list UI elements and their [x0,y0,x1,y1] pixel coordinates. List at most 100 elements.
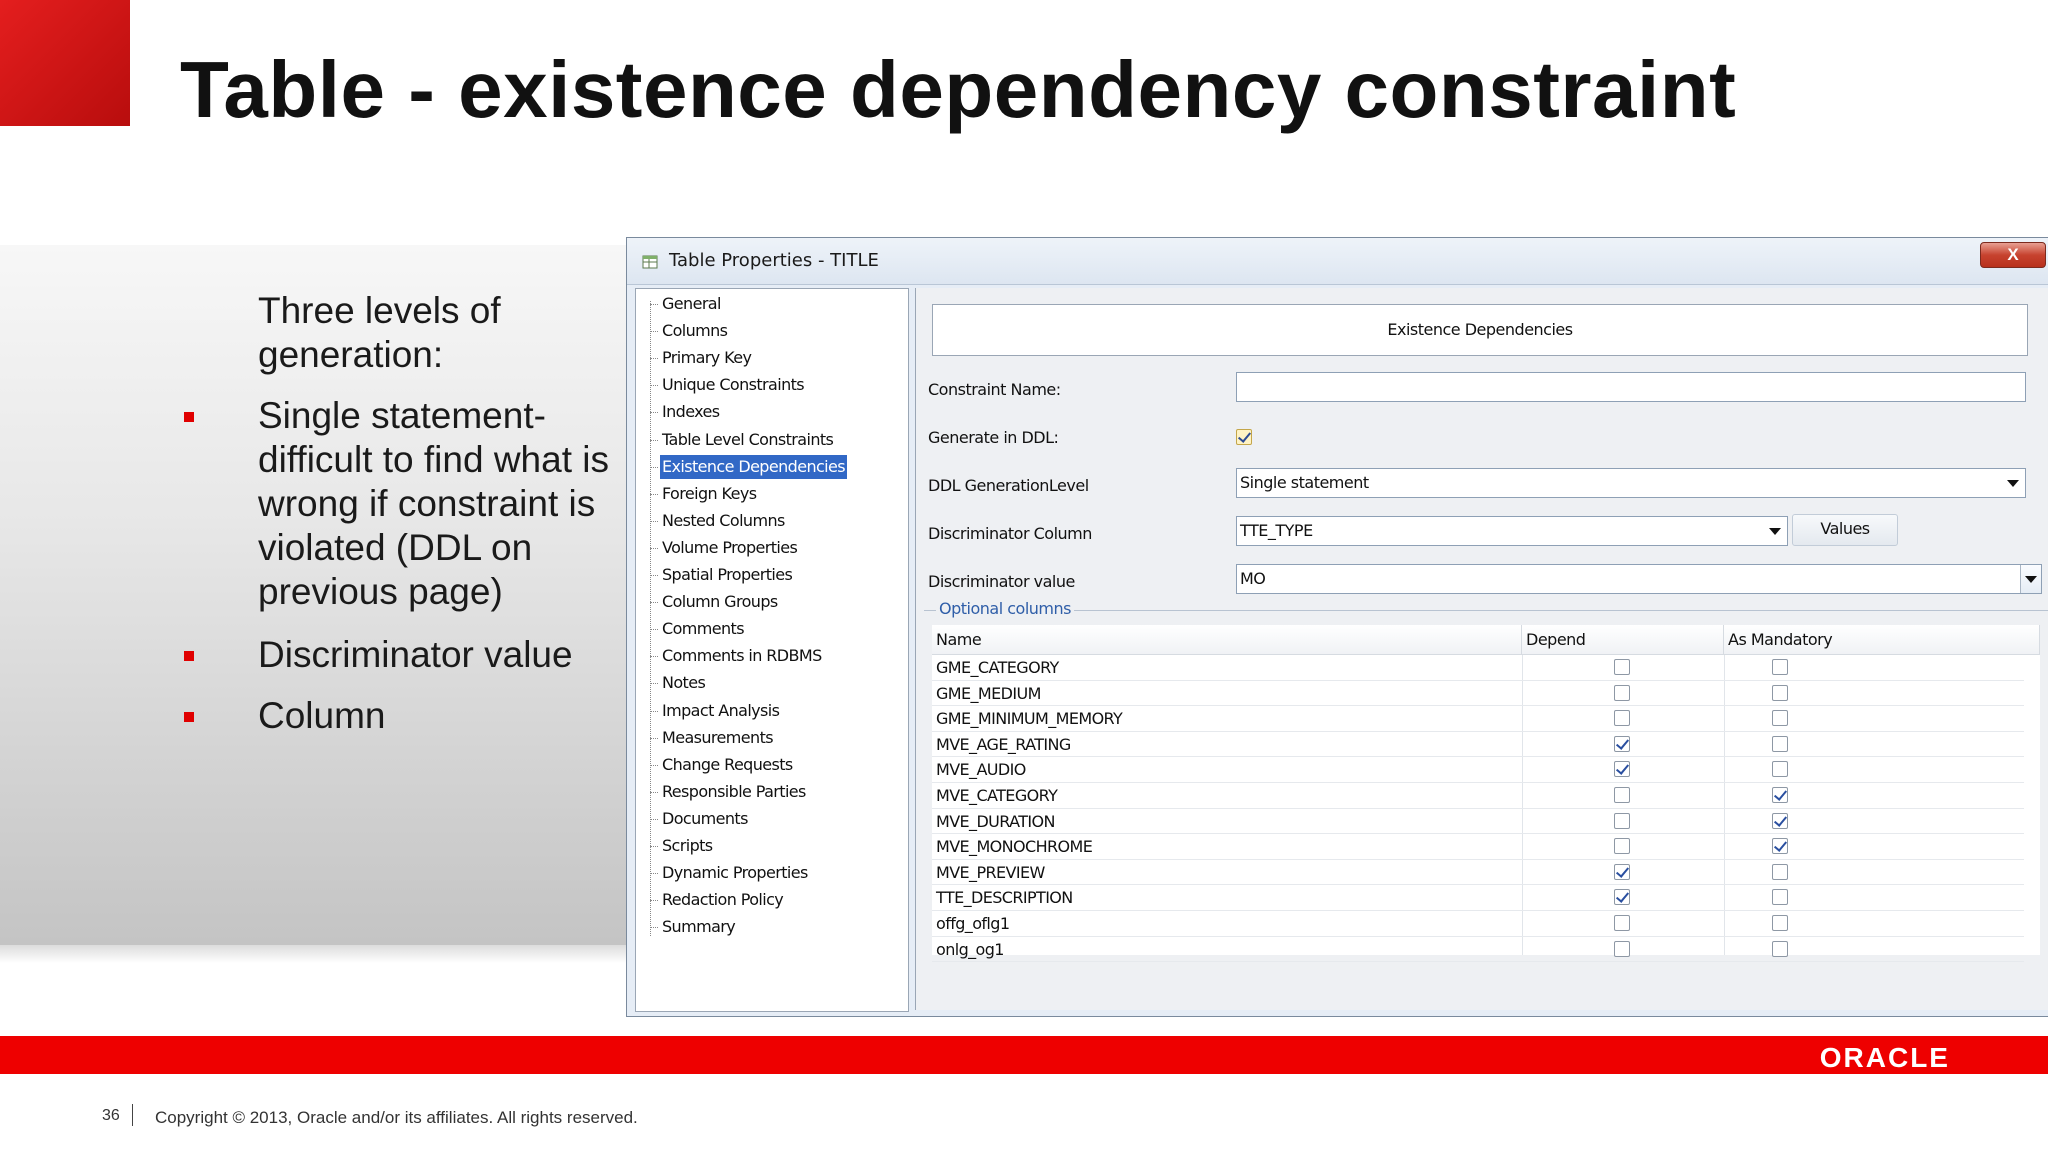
bullet-panel: Three levels of generation: Single state… [0,245,628,947]
discriminator-column-select[interactable]: TTE_TYPE [1236,516,1788,546]
as-mandatory-checkbox[interactable] [1772,812,1788,829]
ddl-level-label: DDL GenerationLevel [928,476,1089,495]
depend-checkbox[interactable] [1614,838,1630,855]
close-button[interactable]: X [1980,242,2046,268]
dropdown-button[interactable] [2020,565,2041,593]
column-name-cell: MVE_MONOCHROME [936,837,1093,857]
tree-connector [650,873,658,875]
ddl-level-select[interactable]: Single statement [1236,468,2026,498]
nav-item-existence-dependencies[interactable]: Existence Dependencies [660,454,848,479]
slide-title: Table - existence dependency constraint [180,45,1737,134]
table-row[interactable]: MVE_PREVIEW [932,860,2024,886]
depend-checkbox[interactable] [1614,889,1630,906]
tree-connector [650,846,658,847]
nav-item-impact-analysis[interactable]: Impact Analysis [660,699,781,723]
nav-item-responsible-parties[interactable]: Responsible Parties [660,780,808,804]
nav-item-measurements[interactable]: Measurements [660,726,775,750]
column-name-cell: MVE_DURATION [936,811,1056,831]
table-row[interactable]: MVE_AUDIO [932,757,2024,783]
nav-item-unique-constraints[interactable]: Unique Constraints [660,373,806,397]
nav-item-indexes[interactable]: Indexes [660,400,722,424]
nav-item-change-requests[interactable]: Change Requests [660,753,795,777]
panel-shadow [0,945,628,963]
nav-item-foreign-keys[interactable]: Foreign Keys [660,482,758,506]
as-mandatory-checkbox[interactable] [1772,889,1788,906]
footer-divider [132,1104,133,1126]
nav-item-spatial-properties[interactable]: Spatial Properties [660,563,794,587]
discriminator-value-select[interactable]: MO [1236,564,2042,594]
as-mandatory-checkbox[interactable] [1772,735,1788,752]
nav-item-summary[interactable]: Summary [660,915,737,939]
table-row[interactable]: GME_CATEGORY [932,655,2024,681]
nav-item-dynamic-properties[interactable]: Dynamic Properties [660,861,810,885]
dialog-titlebar[interactable]: Table Properties - TITLE X [627,238,2048,285]
discriminator-column-label: Discriminator Column [928,524,1092,543]
depend-checkbox[interactable] [1614,787,1630,803]
nav-item-notes[interactable]: Notes [660,671,707,695]
depend-checkbox[interactable] [1614,735,1630,752]
tree-connector [650,304,658,305]
discriminator-column-value: TTE_TYPE [1240,521,1313,540]
nav-item-redaction-policy[interactable]: Redaction Policy [660,888,785,912]
values-button[interactable]: Values [1792,514,1898,546]
column-name-cell: MVE_CATEGORY [936,786,1058,805]
as-mandatory-checkbox[interactable] [1772,659,1788,675]
table-row[interactable]: offg_oflg1 [932,911,2024,937]
as-mandatory-checkbox[interactable] [1772,838,1788,855]
as-mandatory-checkbox[interactable] [1772,761,1788,778]
bullet-marker [184,712,194,722]
nav-item-table-level-constraints[interactable]: Table Level Constraints [660,428,835,452]
tree-connector [650,547,658,549]
generate-ddl-checkbox[interactable] [1236,429,1252,445]
generate-ddl-label: Generate in DDL: [928,428,1059,447]
nav-item-volume-properties[interactable]: Volume Properties [660,536,799,560]
nav-item-comments[interactable]: Comments [660,617,746,641]
nav-item-general[interactable]: General [660,292,723,316]
column-header-name[interactable]: Name [932,625,1522,655]
column-header-depend[interactable]: Depend [1522,625,1724,655]
depend-checkbox[interactable] [1614,659,1630,675]
table-icon [642,255,658,269]
nav-item-primary-key[interactable]: Primary Key [660,346,753,370]
tree-connector [650,737,658,739]
as-mandatory-checkbox[interactable] [1772,710,1788,727]
column-header-as-mandatory[interactable]: As Mandatory [1724,625,2040,655]
as-mandatory-checkbox[interactable] [1772,915,1788,931]
nav-item-documents[interactable]: Documents [660,807,750,831]
table-row[interactable]: GME_MEDIUM [932,681,2024,707]
discriminator-value-value: MO [1240,569,1266,588]
optional-columns-table: Name Depend As Mandatory GME_CATEGORY GME… [932,625,2040,963]
as-mandatory-checkbox[interactable] [1772,787,1788,803]
constraint-name-field[interactable] [1236,372,2026,402]
nav-item-column-groups[interactable]: Column Groups [660,590,780,614]
nav-item-columns[interactable]: Columns [660,319,729,343]
table-row[interactable]: MVE_MONOCHROME [932,834,2024,860]
depend-checkbox[interactable] [1614,761,1630,778]
depend-checkbox[interactable] [1614,863,1630,880]
depend-checkbox[interactable] [1614,710,1630,727]
table-row[interactable]: MVE_DURATION [932,809,2024,835]
depend-checkbox[interactable] [1614,684,1630,701]
chevron-down-icon [1769,528,1781,535]
nav-item-nested-columns[interactable]: Nested Columns [660,509,787,533]
as-mandatory-checkbox[interactable] [1772,684,1788,701]
table-row[interactable]: GME_MINIMUM_MEMORY [932,706,2024,732]
table-row[interactable]: MVE_CATEGORY [932,783,2024,809]
bullet-3: Column [258,695,386,736]
table-row[interactable]: TTE_DESCRIPTION [932,885,2024,911]
page-number: 36 [102,1107,120,1124]
depend-checkbox[interactable] [1614,915,1630,931]
table-row[interactable]: MVE_AGE_RATING [932,732,2024,758]
nav-item-scripts[interactable]: Scripts [660,834,715,858]
nav-item-comments-in-rdbms[interactable]: Comments in RDBMS [660,644,824,668]
tree-connector [650,575,658,576]
depend-checkbox[interactable] [1614,940,1630,957]
as-mandatory-checkbox[interactable] [1772,940,1788,957]
tree-connector [650,927,658,929]
as-mandatory-checkbox[interactable] [1772,863,1788,880]
tree-connector [650,602,658,604]
copyright-text: Copyright © 2013, Oracle and/or its affi… [155,1108,638,1127]
table-row[interactable]: onlg_og1 [932,937,2024,963]
dialog-title: Table Properties - TITLE [669,250,879,271]
depend-checkbox[interactable] [1614,812,1630,829]
